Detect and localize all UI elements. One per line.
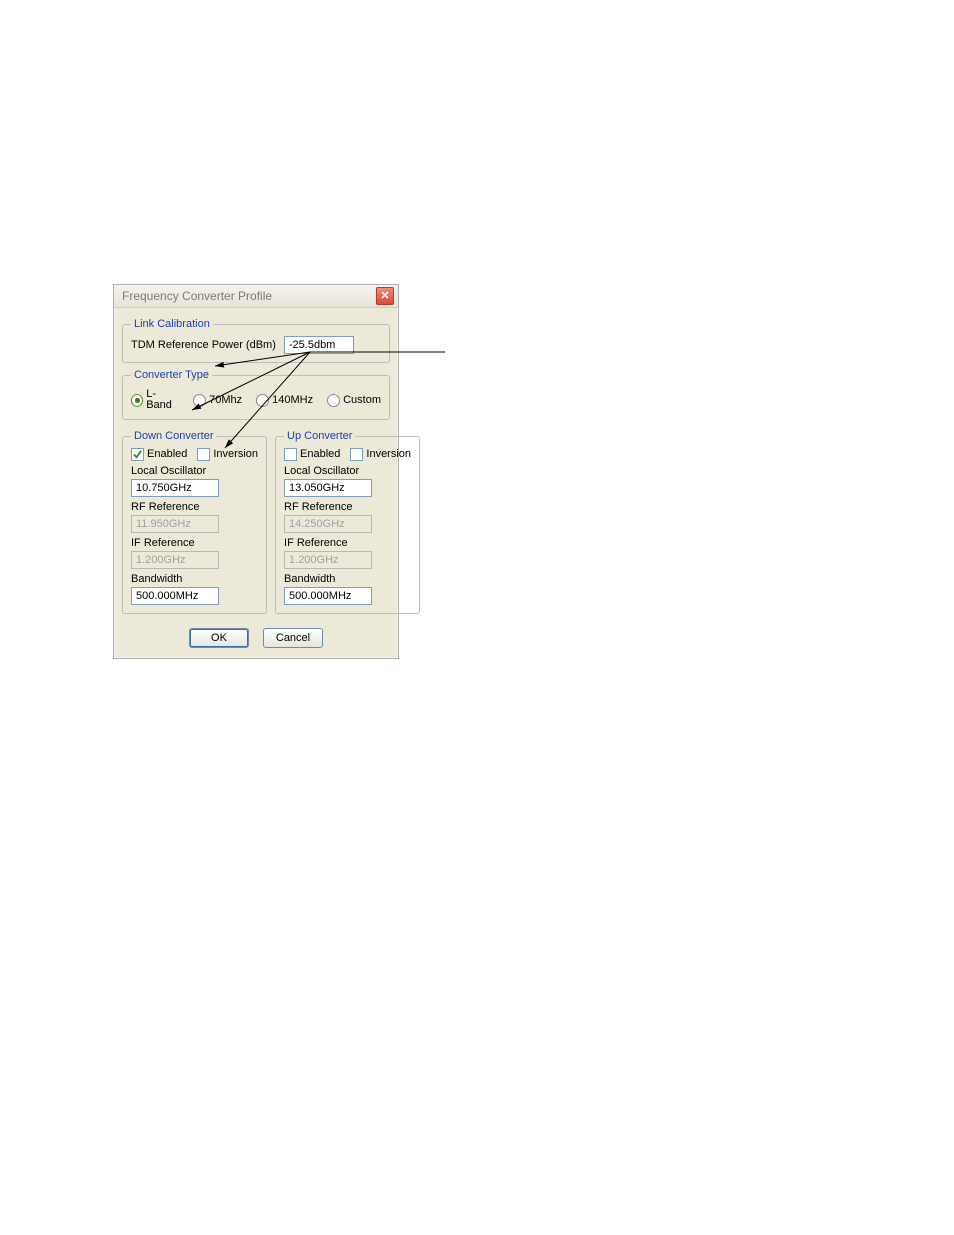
down-inversion-label: Inversion <box>213 449 258 460</box>
tdm-reference-label: TDM Reference Power (dBm) <box>131 339 276 351</box>
up-bw-label: Bandwidth <box>284 573 411 585</box>
up-if-input <box>284 551 372 569</box>
link-calibration-legend: Link Calibration <box>131 318 213 330</box>
down-converter-group: Down Converter Enabled Inversion <box>122 430 267 614</box>
checkbox-icon <box>131 448 144 461</box>
down-lo-label: Local Oscillator <box>131 465 258 477</box>
ok-button[interactable]: OK <box>189 628 249 648</box>
link-calibration-group: Link Calibration TDM Reference Power (dB… <box>122 318 390 363</box>
up-converter-legend: Up Converter <box>284 430 355 442</box>
up-enabled-checkbox[interactable]: Enabled <box>284 448 340 461</box>
radio-custom-label: Custom <box>343 395 381 406</box>
checkbox-icon <box>284 448 297 461</box>
down-enabled-checkbox[interactable]: Enabled <box>131 448 187 461</box>
down-enabled-label: Enabled <box>147 449 187 460</box>
down-rf-input <box>131 515 219 533</box>
radio-140mhz[interactable]: 140MHz <box>256 389 313 411</box>
dialog-title: Frequency Converter Profile <box>122 289 272 303</box>
down-bw-label: Bandwidth <box>131 573 258 585</box>
down-if-input <box>131 551 219 569</box>
checkbox-icon <box>350 448 363 461</box>
radio-icon <box>193 394 206 407</box>
radio-icon <box>256 394 269 407</box>
down-converter-legend: Down Converter <box>131 430 216 442</box>
cancel-button[interactable]: Cancel <box>263 628 323 648</box>
down-rf-label: RF Reference <box>131 501 258 513</box>
down-lo-input[interactable] <box>131 479 219 497</box>
down-if-label: IF Reference <box>131 537 258 549</box>
up-inversion-checkbox[interactable]: Inversion <box>350 448 411 461</box>
checkbox-icon <box>197 448 210 461</box>
down-inversion-checkbox[interactable]: Inversion <box>197 448 258 461</box>
frequency-converter-dialog: Frequency Converter Profile ✕ Link Calib… <box>113 284 399 659</box>
converter-type-legend: Converter Type <box>131 369 212 381</box>
up-if-label: IF Reference <box>284 537 411 549</box>
radio-l-band[interactable]: L-Band <box>131 389 179 411</box>
radio-icon <box>131 394 143 407</box>
radio-custom[interactable]: Custom <box>327 389 381 411</box>
dialog-body: Link Calibration TDM Reference Power (dB… <box>114 308 398 658</box>
down-bw-input[interactable] <box>131 587 219 605</box>
up-rf-label: RF Reference <box>284 501 411 513</box>
radio-70mhz-label: 70Mhz <box>209 395 242 406</box>
tdm-reference-input[interactable] <box>284 336 354 354</box>
up-bw-input[interactable] <box>284 587 372 605</box>
up-lo-label: Local Oscillator <box>284 465 411 477</box>
radio-140mhz-label: 140MHz <box>272 395 313 406</box>
up-enabled-label: Enabled <box>300 449 340 460</box>
radio-70mhz[interactable]: 70Mhz <box>193 389 242 411</box>
titlebar: Frequency Converter Profile ✕ <box>114 285 398 308</box>
converter-type-group: Converter Type L-Band 70Mhz 140MHz <box>122 369 390 420</box>
up-converter-group: Up Converter Enabled Inversion <box>275 430 420 614</box>
close-icon: ✕ <box>380 291 389 302</box>
up-inversion-label: Inversion <box>366 449 411 460</box>
up-rf-input <box>284 515 372 533</box>
up-lo-input[interactable] <box>284 479 372 497</box>
close-button[interactable]: ✕ <box>376 287 394 305</box>
radio-icon <box>327 394 340 407</box>
radio-l-band-label: L-Band <box>146 389 179 411</box>
